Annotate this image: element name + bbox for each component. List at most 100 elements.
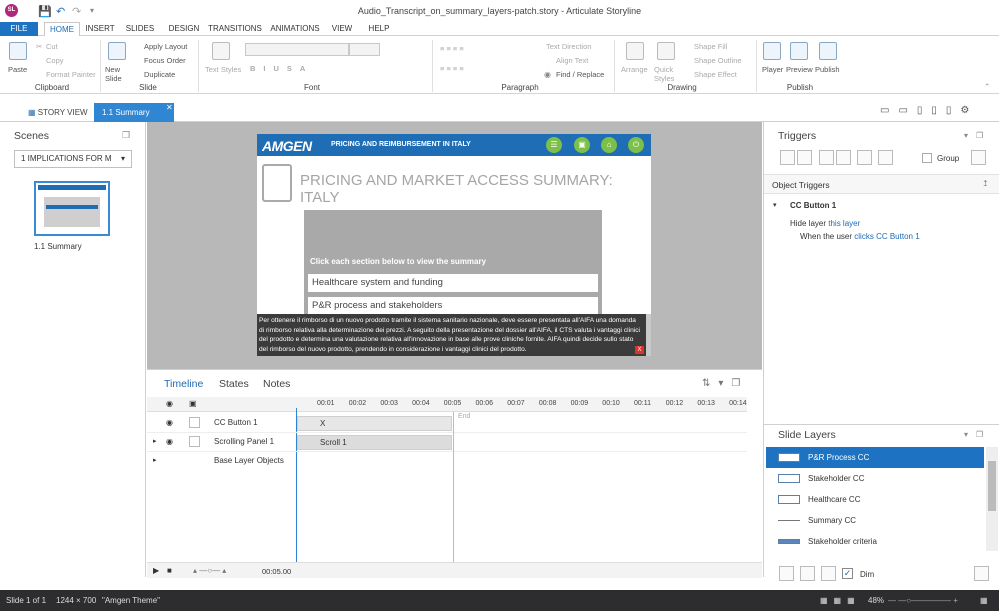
- tab-animations[interactable]: ANIMATIONS: [268, 22, 322, 36]
- shape-effect-button[interactable]: Shape Effect: [694, 70, 737, 79]
- tab-notes[interactable]: Notes: [263, 378, 290, 390]
- chevron-down-icon[interactable]: ▾: [773, 201, 777, 209]
- paste-trigger-icon[interactable]: [836, 150, 851, 165]
- dim-checkbox[interactable]: ✓: [842, 568, 853, 579]
- trigger-condition[interactable]: When the user clicks CC Button 1: [800, 232, 920, 241]
- variables-icon[interactable]: [971, 150, 986, 165]
- layer-item[interactable]: Summary CC: [766, 510, 984, 531]
- layer-item[interactable]: P&R Process CC: [766, 447, 984, 468]
- binoculars-icon[interactable]: ◉: [544, 70, 551, 79]
- new-layer-icon[interactable]: [779, 566, 794, 581]
- trigger-object-link[interactable]: CC Button 1: [876, 232, 920, 241]
- timeline-bar[interactable]: X: [297, 416, 452, 431]
- eye-icon[interactable]: ◉: [166, 418, 173, 427]
- timeline-row[interactable]: ◉ CC Button 1 X End: [147, 413, 747, 433]
- apply-layout-button[interactable]: Apply Layout: [144, 42, 187, 51]
- device-preview-icons[interactable]: ▭▭▯▯▯⚙: [880, 105, 978, 116]
- format-painter-button[interactable]: Format Painter: [46, 70, 96, 79]
- trigger-event-link[interactable]: clicks: [854, 232, 874, 241]
- tab-slides[interactable]: SLIDES: [124, 22, 156, 36]
- eye-icon[interactable]: ◉: [166, 437, 173, 446]
- arrange-button[interactable]: Arrange: [621, 65, 648, 74]
- tab-timeline[interactable]: Timeline: [164, 378, 203, 390]
- layer-item[interactable]: Healthcare CC: [766, 489, 984, 510]
- stop-icon[interactable]: ■: [167, 566, 172, 575]
- quick-styles-icon[interactable]: [657, 42, 675, 60]
- caption-scrollbar[interactable]: [646, 314, 651, 356]
- trigger-action[interactable]: Hide layer this layer: [790, 219, 860, 228]
- layer-item[interactable]: Stakeholder CC: [766, 468, 984, 489]
- quick-styles-button[interactable]: Quick Styles: [654, 65, 678, 83]
- player-button[interactable]: Player: [762, 65, 783, 74]
- section-pr-process-button[interactable]: P&R process and stakeholders: [308, 297, 598, 315]
- panel-float-icon[interactable]: ❐: [122, 130, 130, 141]
- preview-icon[interactable]: [790, 42, 808, 60]
- paste-icon[interactable]: [9, 42, 27, 60]
- panel-options-icons[interactable]: ▾❐: [964, 131, 991, 140]
- close-tab-icon[interactable]: ✕: [166, 103, 173, 112]
- cut-button[interactable]: Cut: [46, 42, 58, 51]
- tab-file[interactable]: FILE: [0, 22, 38, 36]
- paste-button[interactable]: Paste: [8, 65, 27, 74]
- align-text-button[interactable]: Align Text: [556, 56, 588, 65]
- bullets-icon[interactable]: ≡ ≡ ≡ ≡: [440, 44, 464, 53]
- trigger-target-link[interactable]: this layer: [828, 219, 860, 228]
- lock-icon[interactable]: ▣: [189, 399, 197, 408]
- timeline-bar[interactable]: Scroll 1: [297, 435, 452, 450]
- tab-help[interactable]: HELP: [367, 22, 391, 36]
- duplicate-layer-icon[interactable]: [800, 566, 815, 581]
- shape-fill-button[interactable]: Shape Fill: [694, 42, 727, 51]
- copy-trigger-icon[interactable]: [819, 150, 834, 165]
- view-mode-icons[interactable]: ▦▦▦: [820, 596, 861, 605]
- tab-design[interactable]: DESIGN: [166, 22, 202, 36]
- font-family-select[interactable]: [245, 43, 349, 56]
- new-slide-icon[interactable]: [108, 42, 126, 60]
- duplicate-button[interactable]: Duplicate: [144, 70, 175, 79]
- find-replace-button[interactable]: Find / Replace: [556, 70, 604, 79]
- section-healthcare-button[interactable]: Healthcare system and funding: [308, 274, 598, 292]
- home-icon[interactable]: ⌂: [601, 137, 617, 153]
- scissors-icon[interactable]: ✂: [36, 42, 42, 51]
- group-checkbox[interactable]: [922, 153, 932, 163]
- new-slide-button[interactable]: New Slide: [105, 65, 129, 83]
- shape-outline-button[interactable]: Shape Outline: [694, 56, 742, 65]
- move-trigger-icon[interactable]: [878, 150, 893, 165]
- collapse-icon[interactable]: ↥: [982, 179, 989, 188]
- copy-button[interactable]: Copy: [46, 56, 64, 65]
- new-trigger-icon[interactable]: [780, 150, 795, 165]
- tab-states[interactable]: States: [219, 378, 249, 390]
- lock-checkbox[interactable]: [189, 417, 200, 428]
- publish-button[interactable]: Publish: [815, 65, 840, 74]
- focus-order-button[interactable]: Focus Order: [144, 56, 186, 65]
- tab-transitions[interactable]: TRANSITIONS: [208, 22, 262, 36]
- player-icon[interactable]: [763, 42, 781, 60]
- layer-properties-icon[interactable]: [974, 566, 989, 581]
- lock-checkbox[interactable]: [189, 436, 200, 447]
- delete-layer-icon[interactable]: [821, 566, 836, 581]
- timeline-ruler[interactable]: ◉ ▣ 00:01 00:02 00:03 00:04 00:05 00:06 00:07 0…: [147, 397, 747, 412]
- timeline-row[interactable]: ▸ ◉ Scrolling Panel 1 Scroll 1: [147, 433, 747, 452]
- tab-slide-summary[interactable]: 1.1 Summary: [94, 103, 174, 122]
- text-styles-icon[interactable]: [212, 42, 230, 60]
- expand-arrow-icon[interactable]: ▸: [153, 456, 157, 464]
- align-icons[interactable]: ≡ ≡ ≡ ≡: [440, 64, 464, 73]
- delete-trigger-icon[interactable]: [857, 150, 872, 165]
- font-size-select[interactable]: [349, 43, 380, 56]
- close-caption-button[interactable]: X: [635, 346, 644, 354]
- tab-view[interactable]: VIEW: [329, 22, 355, 36]
- zoom-slider-icon[interactable]: ▴ —○— ▴: [193, 566, 226, 575]
- expand-arrow-icon[interactable]: ▸: [153, 437, 157, 445]
- collapse-ribbon-icon[interactable]: ⌃: [984, 82, 990, 91]
- timeline-options-icons[interactable]: ⇅▾❐: [702, 378, 748, 389]
- tab-insert[interactable]: INSERT: [84, 22, 116, 36]
- fit-window-icon[interactable]: ▦: [980, 596, 988, 605]
- layer-item[interactable]: Stakeholder criteria: [766, 531, 984, 552]
- tab-story-view[interactable]: ▦ STORY VIEW: [20, 103, 96, 122]
- tab-home[interactable]: HOME: [44, 22, 80, 37]
- font-format-icons[interactable]: BIUSA: [250, 64, 313, 73]
- power-icon[interactable]: ⏻: [628, 137, 644, 153]
- arrange-icon[interactable]: [626, 42, 644, 60]
- edit-trigger-icon[interactable]: [797, 150, 812, 165]
- play-icon[interactable]: ▶: [153, 566, 159, 575]
- text-direction-button[interactable]: Text Direction: [546, 42, 591, 51]
